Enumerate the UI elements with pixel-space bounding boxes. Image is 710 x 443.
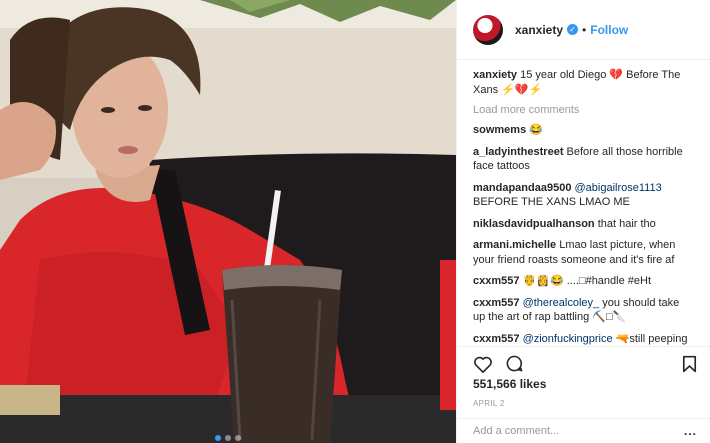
photo-illustration: [0, 0, 456, 443]
post-side-panel: xanxiety ✓ • Follow xanxiety 15 year old…: [456, 0, 710, 443]
comment-mention[interactable]: @abigailrose1113: [575, 182, 662, 194]
add-comment-bar: ...: [457, 418, 710, 443]
more-options-icon[interactable]: ...: [684, 424, 697, 438]
comment-username[interactable]: cxxm557: [473, 297, 520, 309]
caption-username[interactable]: xanxiety: [473, 69, 517, 81]
list-item: cxxm557 🤴👸😂 ....□#handle #eHt: [473, 274, 694, 289]
likes-count[interactable]: 551,566 likes: [473, 377, 546, 391]
comment-input[interactable]: [473, 425, 684, 437]
heart-icon[interactable]: [473, 355, 493, 373]
check-icon: ✓: [567, 24, 579, 35]
comment-username[interactable]: armani.michelle: [473, 239, 556, 251]
carousel-dot[interactable]: [235, 435, 241, 441]
comment-username[interactable]: mandapandaa9500: [473, 182, 571, 194]
header-username[interactable]: xanxiety: [515, 23, 563, 37]
follow-button[interactable]: Follow: [590, 23, 628, 37]
list-item: mandapandaa9500 @abigailrose1113 BEFORE …: [473, 181, 694, 210]
list-item: sowmems 😂: [473, 123, 694, 138]
comment-text: 😂: [529, 124, 543, 136]
comment-mention[interactable]: @zionfuckingprice: [523, 333, 613, 345]
post-actions: [457, 346, 710, 374]
comment-text: 🤴👸😂 ....□#handle #eHt: [522, 275, 652, 287]
post-header: xanxiety ✓ • Follow: [457, 0, 710, 60]
comment-mention[interactable]: @therealcoley_: [523, 297, 600, 309]
comment-username[interactable]: cxxm557: [473, 275, 520, 287]
comment-username[interactable]: cxxm557: [473, 333, 520, 345]
comment-icon[interactable]: [505, 354, 524, 373]
list-item: niklasdavidpualhanson that hair tho: [473, 217, 694, 232]
comment-text: that hair tho: [597, 217, 656, 230]
list-item: cxxm557 @therealcoley_ you should take u…: [473, 296, 694, 325]
list-item: armani.michelle Lmao last picture, when …: [473, 238, 694, 267]
comment-username[interactable]: a_ladyinthestreet: [473, 146, 563, 158]
post-date[interactable]: APRIL 2: [473, 399, 505, 408]
header-separator: •: [582, 22, 587, 37]
comment-text: BEFORE THE XANS LMAO ME: [473, 196, 630, 208]
list-item: cxxm557 @zionfuckingprice 🔫still peeping…: [473, 332, 694, 346]
carousel-indicator[interactable]: [0, 434, 456, 442]
comment-username[interactable]: sowmems: [473, 124, 526, 136]
list-item: a_ladyinthestreet Before all those horri…: [473, 145, 694, 174]
bookmark-icon[interactable]: [682, 355, 697, 373]
caption: xanxiety 15 year old Diego 💔 Before The …: [473, 68, 694, 97]
carousel-dot[interactable]: [225, 435, 231, 441]
post-photo[interactable]: [0, 0, 456, 443]
load-more-comments-button[interactable]: Load more comments: [473, 104, 694, 116]
avatar[interactable]: [473, 14, 503, 45]
comment-username[interactable]: niklasdavidpualhanson: [473, 218, 595, 230]
carousel-dot-active[interactable]: [215, 435, 221, 441]
comment-list[interactable]: xanxiety 15 year old Diego 💔 Before The …: [457, 60, 710, 345]
